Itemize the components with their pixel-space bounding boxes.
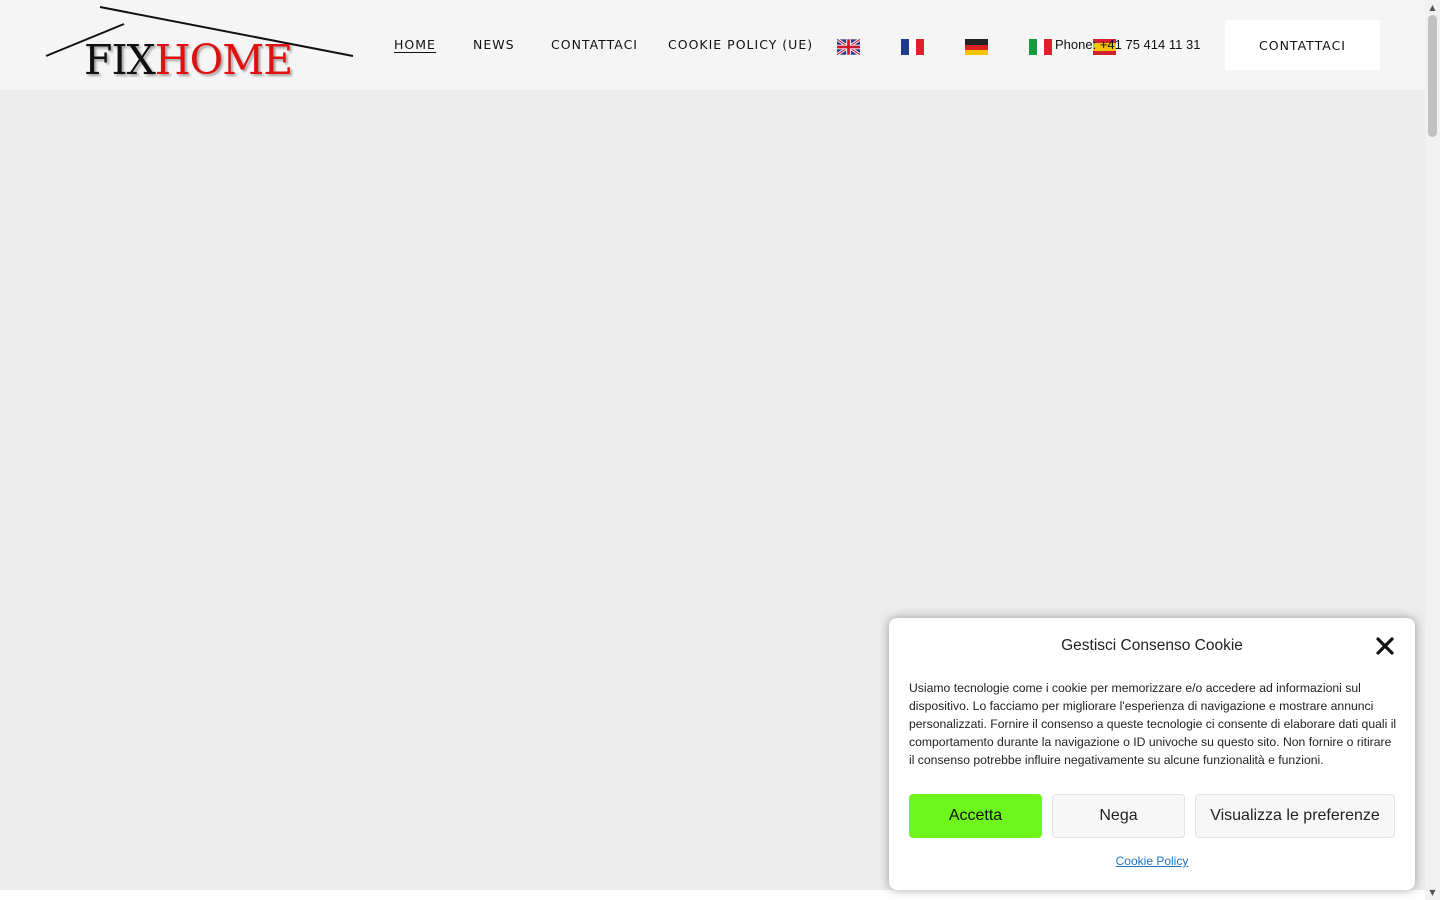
deny-button[interactable]: Nega xyxy=(1052,794,1185,838)
nav-item-news[interactable]: NEWS xyxy=(473,37,515,52)
logo-home: HOME xyxy=(154,36,293,84)
vertical-scrollbar[interactable]: ▲ ▼ xyxy=(1425,0,1440,900)
scroll-up-arrow-icon[interactable]: ▲ xyxy=(1425,0,1440,15)
cookie-consent-dialog: Gestisci Consenso Cookie Usiamo tecnolog… xyxy=(889,618,1415,890)
page: FIXHOME HOME NEWS CONTATTACI COOKIE POLI… xyxy=(0,0,1425,900)
nav-item-cookie-policy[interactable]: COOKIE POLICY (UE) xyxy=(668,37,813,52)
logo-fix: FIX xyxy=(84,36,156,84)
cookie-dialog-text: Usiamo tecnologie come i cookie per memo… xyxy=(909,681,1397,767)
phone-number: Phone: +41 75 414 11 31 xyxy=(1055,37,1201,52)
nav-item-home[interactable]: HOME xyxy=(394,37,436,52)
nav-item-contattaci[interactable]: CONTATTACI xyxy=(551,37,638,52)
scrollbar-thumb[interactable] xyxy=(1428,15,1437,137)
cookie-policy-link[interactable]: Cookie Policy xyxy=(889,854,1415,868)
italy-flag-icon[interactable] xyxy=(1029,39,1052,55)
bottom-strip xyxy=(0,890,1425,900)
uk-flag-icon[interactable] xyxy=(837,39,860,55)
france-flag-icon[interactable] xyxy=(901,39,924,55)
scroll-down-arrow-icon[interactable]: ▼ xyxy=(1425,885,1440,900)
site-header: FIXHOME HOME NEWS CONTATTACI COOKIE POLI… xyxy=(0,0,1425,90)
contattaci-button[interactable]: CONTATTACI xyxy=(1225,20,1380,70)
close-icon[interactable] xyxy=(1375,636,1395,656)
cookie-dialog-title: Gestisci Consenso Cookie xyxy=(1061,637,1243,654)
logo-wordmark: FIXHOME xyxy=(84,40,293,81)
site-logo[interactable]: FIXHOME xyxy=(44,4,356,88)
germany-flag-icon[interactable] xyxy=(965,39,988,55)
view-preferences-button[interactable]: Visualizza le preferenze xyxy=(1195,794,1395,838)
accept-button[interactable]: Accetta xyxy=(909,794,1042,838)
